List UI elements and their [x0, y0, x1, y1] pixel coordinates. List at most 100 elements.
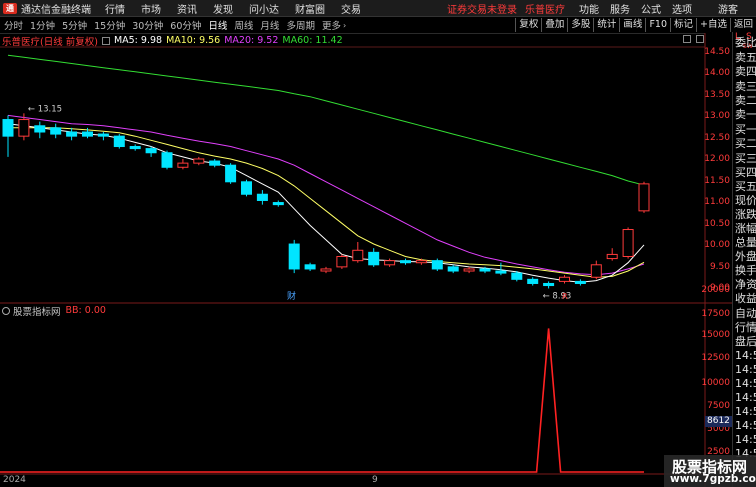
ind-tick: 12500 — [701, 353, 730, 363]
candle-body — [320, 268, 332, 272]
candle-body — [82, 131, 93, 137]
candle-body — [34, 125, 46, 133]
date-label-month: 9 — [372, 475, 378, 485]
app-window: 通 通达信金融终端 行情 市场 资讯 发现 问小达 财富圈 交易 证券交易未登录… — [0, 0, 756, 487]
candle-body — [400, 260, 411, 264]
quote-side-panel: L S SW 委比 卖五 卖四 卖三 卖二 卖一 买一 买二 买三 买四 买五 … — [732, 32, 756, 487]
candle-body — [622, 229, 634, 257]
price-tick: 13.50 — [704, 90, 730, 100]
panel-label: 总量 — [735, 236, 756, 249]
panel-label: 买一 — [735, 123, 756, 136]
candle-body — [241, 181, 252, 195]
candle-body — [288, 243, 300, 270]
candle-body — [384, 260, 396, 266]
candle-body — [256, 193, 268, 201]
price-tick: 10.50 — [704, 219, 730, 229]
panel-label: 涨跌 — [735, 208, 756, 221]
candle-body — [50, 127, 62, 135]
panel-label: 卖二 — [735, 94, 756, 107]
ind-tick: 7500 — [707, 401, 730, 411]
ind-tick: 15000 — [701, 330, 730, 340]
candle-body — [415, 260, 427, 264]
panel-label: 14:5 — [735, 349, 756, 362]
candle-body — [18, 119, 30, 137]
candle-body — [511, 272, 523, 280]
indicator-name: 股票指标网 — [13, 306, 61, 318]
candle-body — [574, 280, 586, 284]
price-tick: 14.50 — [704, 47, 730, 57]
panel-label: 买四 — [735, 166, 756, 179]
ind-tick: 17500 — [701, 309, 730, 319]
candle-body — [352, 249, 364, 262]
indicator-settings-icon[interactable] — [2, 306, 10, 315]
watermark: 股票指标网 www.7gpzb.com — [664, 455, 756, 487]
ma60-line — [7, 54, 645, 186]
candle-body — [559, 276, 570, 282]
panel-label: 行情 — [735, 321, 756, 334]
panel-label: 卖三 — [735, 80, 756, 93]
price-tick: 12.50 — [704, 133, 730, 143]
panel-label: 涨幅 — [735, 222, 756, 235]
panel-label: 买二 — [735, 137, 756, 150]
scale-value-box: 8612 — [705, 416, 732, 427]
candle-body — [193, 158, 205, 164]
panel-label: 卖一 — [735, 108, 756, 121]
ma5-line — [7, 123, 645, 283]
r-marker[interactable]: R — [562, 292, 568, 301]
watermark-url: www.7gpzb.com — [670, 473, 756, 485]
candle-body — [113, 135, 125, 148]
finance-marker[interactable]: 财 — [287, 290, 296, 302]
price-tick: 11.50 — [704, 176, 730, 186]
candle-body — [304, 264, 316, 270]
panel-label: 14:5 — [735, 391, 756, 404]
high-price-label: ← 13.15 — [28, 104, 62, 114]
candle-body — [161, 152, 173, 168]
candle-body — [543, 282, 555, 287]
panel-label: 外盘 — [735, 250, 756, 263]
candle-body — [606, 253, 618, 260]
panel-label: 14:5 — [735, 377, 756, 390]
candle-body — [336, 256, 348, 268]
candle-body — [177, 162, 189, 168]
candle-body — [66, 131, 78, 137]
candle-body — [145, 148, 157, 154]
candle-body — [431, 260, 443, 270]
ind-tick: 10000 — [701, 378, 730, 388]
candle-body — [225, 164, 237, 183]
panel-label[interactable]: 自动 — [735, 307, 756, 321]
candle-body — [638, 183, 650, 212]
panel-label: 盘后 — [735, 335, 756, 348]
candle-body — [272, 202, 284, 206]
candle-body — [97, 133, 109, 137]
indicator-value: BB: 0.00 — [65, 305, 106, 316]
panel-label: 换手 — [735, 264, 756, 277]
price-tick: 10.00 — [704, 240, 730, 250]
candle-body — [479, 268, 491, 272]
candle-body — [129, 146, 141, 150]
panel-label: 卖五 — [735, 51, 756, 64]
candle-body — [209, 160, 221, 166]
date-label-year: 2024年 — [3, 475, 26, 485]
candle-body — [2, 119, 14, 137]
panel-label: 委比 — [735, 36, 756, 49]
candle-body — [527, 278, 539, 284]
price-tick: 12.00 — [704, 154, 730, 164]
panel-label: 买三 — [735, 152, 756, 165]
panel-label: 卖四 — [735, 65, 756, 78]
ma10-line — [8, 127, 645, 278]
panel-label: 现价 — [735, 194, 756, 207]
candle-body — [368, 251, 380, 266]
panel-label: 14:5 — [735, 405, 756, 418]
indicator-line — [0, 328, 644, 473]
price-tick: 9.50 — [709, 262, 730, 272]
price-tick: 13.00 — [704, 111, 730, 121]
candle-body — [590, 264, 602, 278]
candle-body — [447, 266, 459, 272]
indicator-header: 股票指标网 BB: 0.00 — [0, 304, 106, 318]
panel-label: 净资 — [735, 278, 756, 291]
price-tick: 14.00 — [704, 68, 730, 78]
panel-label: 14:5 — [735, 419, 756, 432]
ind-tick: 20000 — [701, 285, 730, 295]
candle-body — [463, 268, 475, 272]
kline-chart[interactable]: ← 13.15 ← 8.93 财 R — [0, 0, 756, 487]
